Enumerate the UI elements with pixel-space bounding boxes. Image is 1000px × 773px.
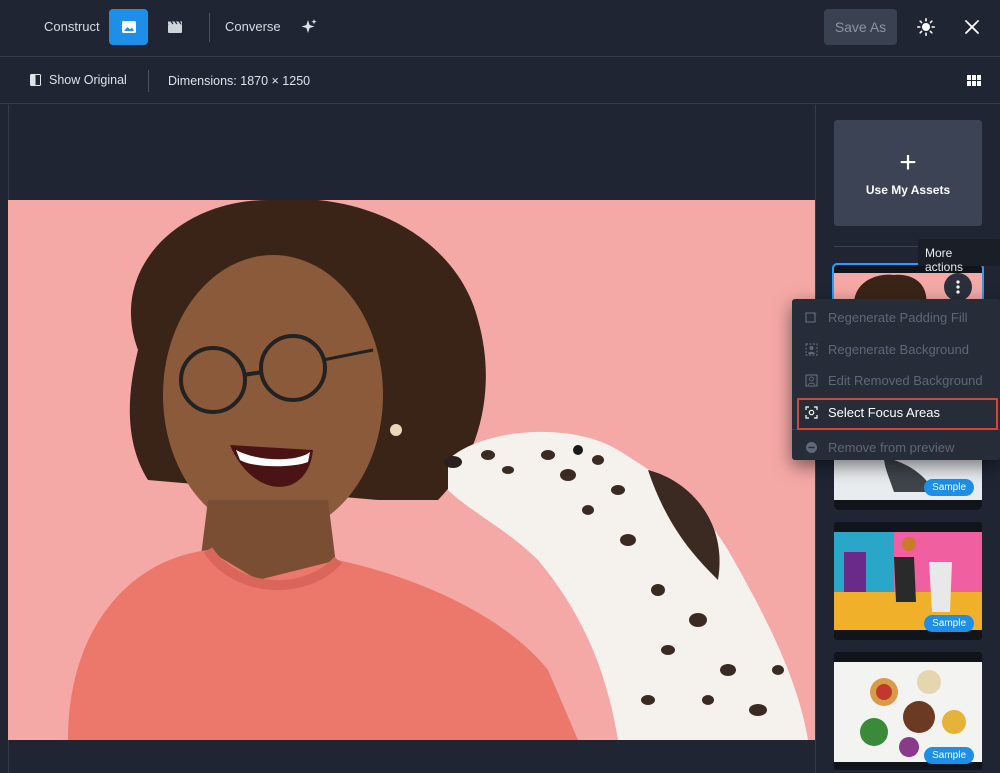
sample-badge: Sample <box>924 615 974 632</box>
construct-tab[interactable]: Construct <box>44 19 100 34</box>
menu-item-regenerate-padding-fill[interactable]: Regenerate Padding Fill <box>792 302 1000 334</box>
menu-item-regenerate-background[interactable]: Regenerate Background <box>792 334 1000 366</box>
sub-toolbar: Show Original Dimensions: 1870 × 1250 <box>0 58 1000 104</box>
converse-tab[interactable]: Converse <box>225 19 281 34</box>
sample-badge: Sample <box>924 747 974 764</box>
woman-and-dog-photo <box>8 200 815 740</box>
toolbar-divider <box>209 13 210 42</box>
menu-item-label: Regenerate Padding Fill <box>828 310 968 326</box>
focus-area-icon <box>804 405 818 419</box>
image-mode-button[interactable] <box>109 9 148 45</box>
thumbnail-sample[interactable]: Sample <box>834 652 982 770</box>
clapperboard-icon <box>168 21 182 33</box>
thumbnail-sample[interactable]: Sample <box>834 522 982 640</box>
menu-item-edit-removed-background[interactable]: Edit Removed Background <box>792 365 1000 397</box>
video-mode-button[interactable] <box>160 10 190 44</box>
background-icon <box>804 342 818 356</box>
sample-badge: Sample <box>924 479 974 496</box>
subbar-divider <box>148 70 149 92</box>
show-original-toggle[interactable]: Show Original <box>30 73 127 87</box>
dimensions-label: Dimensions: 1870 × 1250 <box>168 74 311 88</box>
image-icon <box>121 21 136 33</box>
menu-item-label: Regenerate Background <box>828 341 969 357</box>
menu-item-remove-from-preview[interactable]: Remove from preview <box>792 432 1000 464</box>
padding-fill-icon <box>804 311 818 325</box>
plus-icon: + <box>899 146 917 179</box>
close-icon <box>965 20 979 34</box>
menu-item-label: Remove from preview <box>828 440 955 456</box>
top-toolbar: Construct Converse Save As <box>0 0 1000 57</box>
sparkle-icon <box>301 19 317 33</box>
use-my-assets-label: Use My Assets <box>865 183 951 197</box>
sun-icon <box>917 18 935 36</box>
kebab-menu-icon <box>956 280 960 294</box>
grid-view-icon[interactable] <box>966 74 982 88</box>
more-actions-menu: Regenerate Padding Fill Regenerate Backg… <box>792 299 1000 460</box>
more-actions-button[interactable] <box>944 273 972 301</box>
person-background-icon <box>804 374 818 388</box>
show-original-label: Show Original <box>49 73 127 87</box>
minus-circle-icon <box>804 441 818 455</box>
ai-sparkle-button[interactable] <box>296 14 322 40</box>
more-actions-tooltip: More actions <box>918 239 1000 274</box>
menu-item-select-focus-areas[interactable]: Select Focus Areas <box>792 397 1000 429</box>
use-my-assets-button[interactable]: + Use My Assets <box>834 120 982 226</box>
preview-image[interactable] <box>8 200 815 740</box>
close-button[interactable] <box>959 14 985 40</box>
compare-icon <box>30 74 41 86</box>
save-as-button[interactable]: Save As <box>824 9 897 45</box>
menu-item-label: Edit Removed Background <box>828 373 983 389</box>
theme-toggle-button[interactable] <box>913 14 939 40</box>
menu-item-label: Select Focus Areas <box>828 404 940 420</box>
